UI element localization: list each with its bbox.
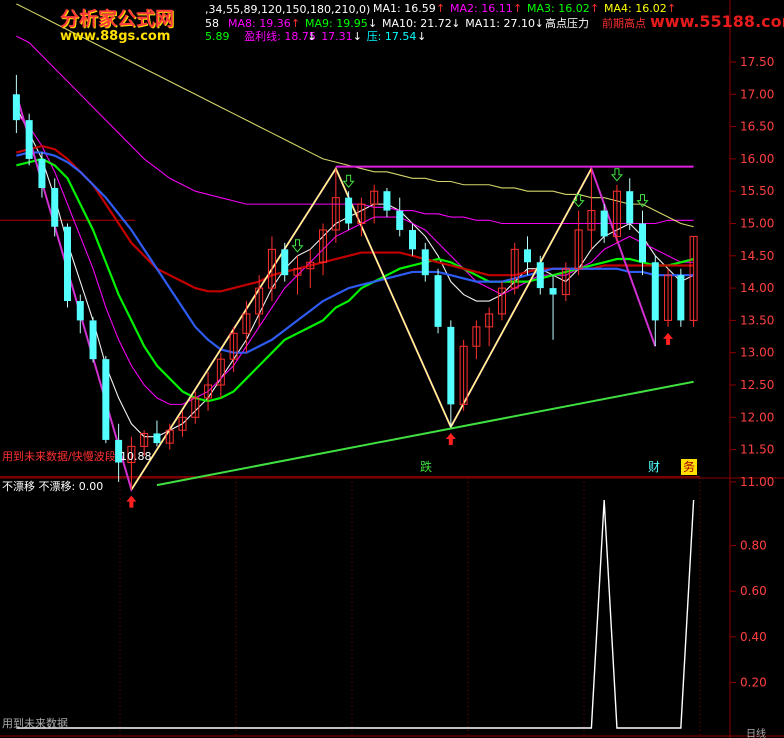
price-axis-label: 13.50	[740, 313, 774, 327]
candle-body-down	[25, 120, 33, 159]
ma-arrow-icon: ↑	[436, 2, 445, 15]
row2-prefix: 58	[205, 17, 219, 30]
ma-long-readout-11: MA11: 27.10	[465, 17, 535, 30]
candle-body-down	[64, 226, 71, 302]
ma-arrow-icon: ↓	[368, 17, 377, 30]
price-axis-label: 15.00	[740, 217, 774, 231]
candle-body-down	[12, 94, 20, 121]
timeframe-label: 日线	[746, 727, 766, 738]
ma-readout-1: MA1: 16.59	[373, 2, 436, 15]
candle-body-down	[102, 359, 110, 440]
price-axis-label: 12.00	[740, 410, 774, 424]
sub-axis-label: 0.80	[740, 539, 767, 553]
candle-body-down	[434, 275, 442, 327]
ma-long-readout-9: MA9: 19.95	[305, 17, 368, 30]
line-readout-4: 压: 17.54	[367, 30, 417, 43]
background	[0, 0, 784, 738]
ma-arrow-icon: ↓	[535, 17, 544, 30]
sub-axis-label: 0.60	[740, 584, 767, 598]
candle-body-down	[281, 249, 289, 276]
price-axis-label: 14.00	[740, 281, 774, 295]
candle-body-down	[421, 249, 429, 276]
candle-body-down	[524, 249, 531, 263]
line-arrow-icon: ↓	[353, 30, 362, 43]
candle-body-down	[396, 210, 404, 230]
ma-long-readout-8: MA8: 19.36	[228, 17, 291, 30]
ma-readout-3: MA3: 16.02	[527, 2, 590, 15]
price-axis-label: 13.00	[740, 346, 774, 360]
sub-panel-title: 不漂移 不漂移: 0.00	[2, 480, 103, 493]
price-axis-label: 12.50	[740, 378, 774, 392]
candle-body-down	[89, 320, 97, 360]
candle-body-down	[600, 210, 608, 237]
price-axis-label: 16.00	[740, 152, 774, 166]
candle-body-down	[345, 197, 353, 224]
sub-axis-label: 0.20	[740, 675, 767, 689]
chart-root: 17.50 17.00 16.50 16.00 15.50 15.00 14.50 14.00…	[0, 0, 784, 738]
candle-body-down	[153, 433, 161, 444]
sub-axis-label: 0.40	[740, 630, 767, 644]
price-axis-label: 11.50	[740, 443, 774, 457]
high-pressure-label: 高点压力	[545, 16, 589, 30]
candle-body-down	[383, 191, 391, 211]
candle-body-down	[549, 288, 557, 295]
price-axis-label: 14.50	[740, 249, 774, 263]
finance-marker: 财	[648, 460, 660, 474]
candle-body-down	[447, 326, 455, 405]
line-readout-2: 盈利线: 18.75	[244, 29, 316, 43]
line-arrow-icon: ↓	[307, 30, 316, 43]
ma-arrow-icon: ↑	[590, 2, 599, 15]
low-price-label: 10.88	[120, 450, 152, 463]
ma-readout-2: MA2: 16.11	[450, 2, 513, 15]
line-arrow-icon: ↓	[417, 30, 426, 43]
candle-body-down	[51, 187, 59, 227]
candle-body-down	[677, 275, 685, 321]
logo-url: www.88gs.com	[60, 29, 171, 44]
logo-title: 分析家公式网	[60, 8, 175, 30]
price-axis-label: 11.00	[740, 475, 774, 489]
fall-marker: 跌	[420, 459, 432, 474]
candle-body-down	[38, 158, 46, 188]
price-axis-label: 17.50	[740, 55, 774, 69]
ma-arrow-icon: ↑	[291, 17, 300, 30]
business-marker: 务	[683, 459, 695, 474]
ma-arrow-icon: ↑	[513, 2, 522, 15]
params-text: ,34,55,89,120,150,180,210,0)	[205, 3, 371, 16]
line-readout-1: 5.89	[205, 30, 230, 43]
candle-body-down	[536, 262, 544, 289]
prior-high-label: 前期高点	[602, 16, 646, 30]
line-readout-3: 17.31	[321, 30, 353, 43]
price-axis-label: 16.50	[740, 120, 774, 134]
ma-arrow-icon: ↓	[451, 17, 460, 30]
candle-body-down	[76, 301, 84, 321]
candle-body-down	[651, 262, 659, 321]
future-data-warning: 用到未来数据/快慢波段	[2, 449, 116, 463]
price-axis-label: 17.00	[740, 87, 774, 101]
candle-body-down	[626, 191, 634, 224]
price-axis-label: 15.50	[740, 184, 774, 198]
ma-long-readout-10: MA10: 21.72	[382, 17, 452, 30]
sub-footer-label: 用到未来数据	[2, 716, 68, 730]
candle-body-down	[409, 229, 416, 250]
right-watermark: www.55188.com	[650, 12, 784, 31]
candle-body-down	[639, 223, 646, 263]
stock-chart: 17.50 17.00 16.50 16.00 15.50 15.00 14.50 14.00…	[0, 0, 784, 738]
